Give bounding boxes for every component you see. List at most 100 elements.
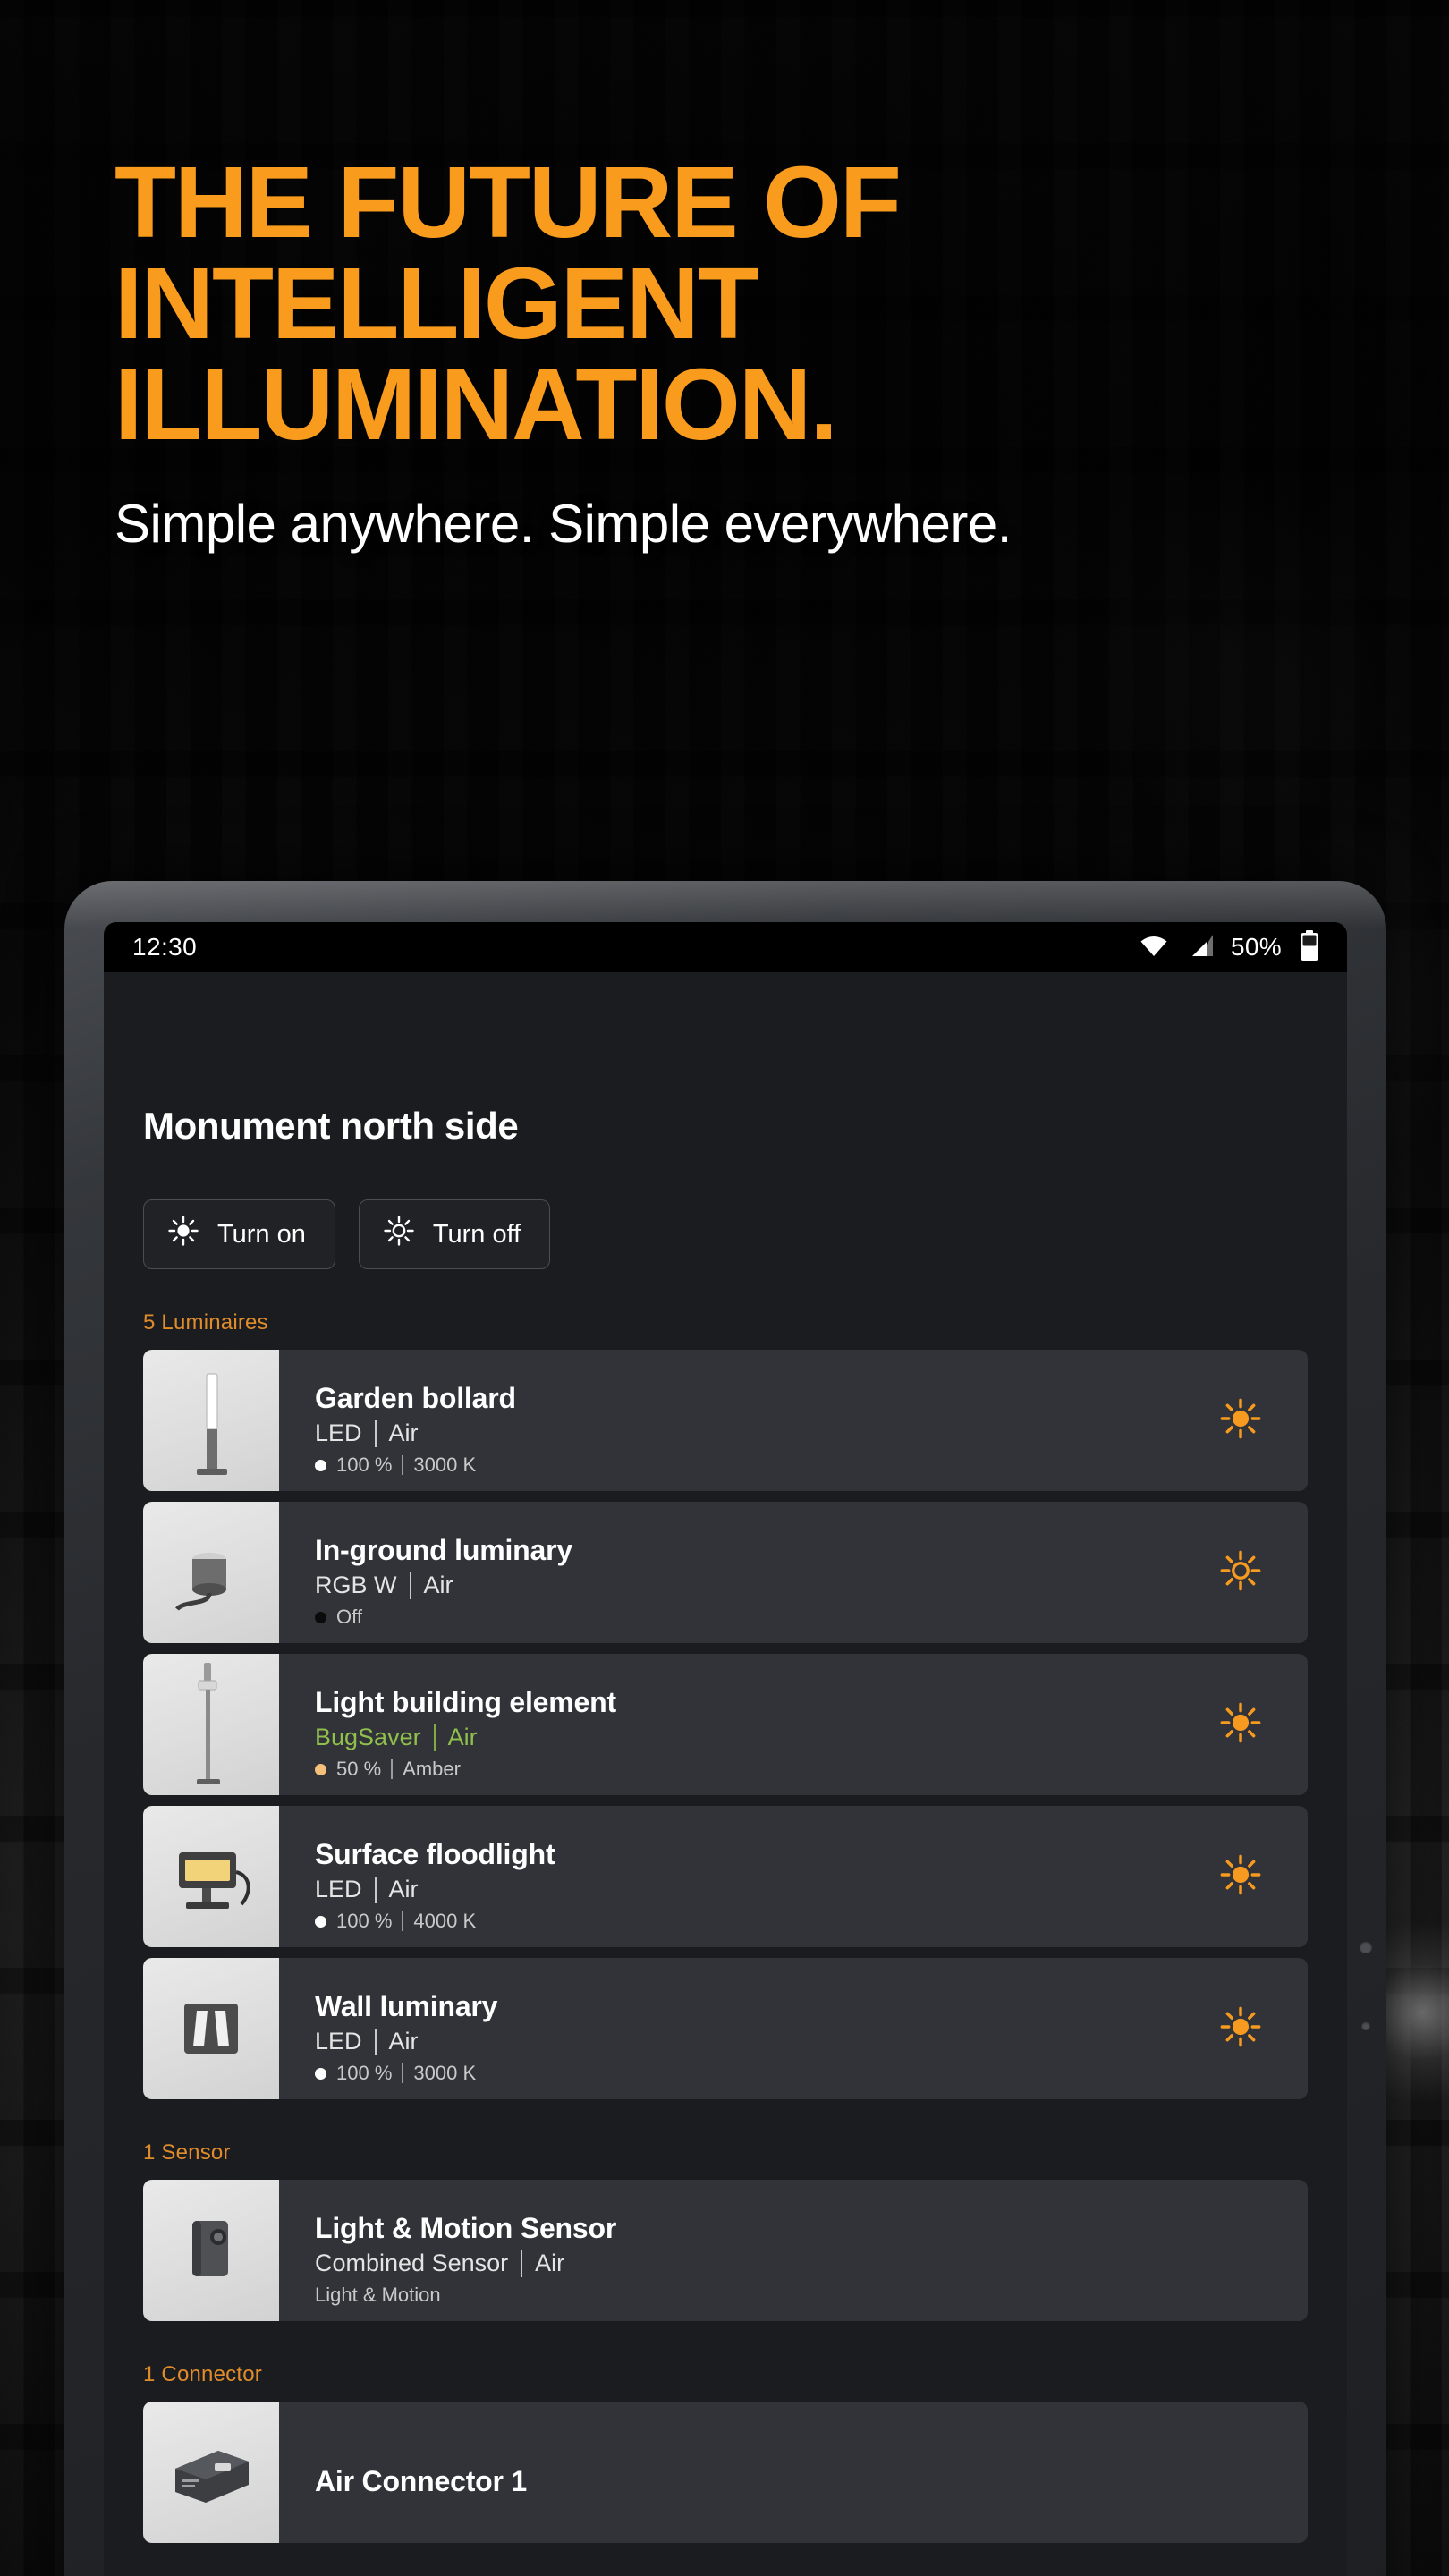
item-network: Air <box>535 2250 565 2276</box>
screen-content: Monument north side Turn on Turn off 5 L… <box>104 972 1347 2543</box>
turn-off-button[interactable]: Turn off <box>358 1199 551 1269</box>
list-item[interactable]: Light building element BugSaver Air 50 %… <box>143 1654 1308 1795</box>
separator <box>402 1911 404 1931</box>
inground-thumb <box>143 1502 279 1643</box>
item-type-row: LED Air <box>315 1876 1174 1903</box>
item-status-row: 100 % 3000 K <box>315 1453 1174 1477</box>
status-dot <box>315 1915 326 1928</box>
item-status: 100 % <box>336 1453 393 1476</box>
item-status: Off <box>336 1606 362 1628</box>
item-network: Air <box>447 1724 478 1750</box>
status-dot <box>315 1763 326 1775</box>
item-type: Combined Sensor <box>315 2250 509 2276</box>
list-item[interactable]: Surface floodlight LED Air 100 % 4000 K <box>143 1806 1308 1947</box>
page-title: Monument north side <box>143 1105 519 1147</box>
item-type: LED <box>315 2028 362 2055</box>
item-status-row: Off <box>315 1606 1174 1629</box>
separator <box>374 1419 377 1447</box>
item-status-extra: 4000 K <box>413 1910 477 1932</box>
turn-on-button[interactable]: Turn on <box>143 1199 335 1269</box>
sun-outline-icon <box>383 1215 415 1254</box>
list-item[interactable]: In-ground luminary RGB W Air Off <box>143 1502 1308 1643</box>
item-type-row: LED Air <box>315 1419 1174 1447</box>
item-network: Air <box>388 2028 419 2055</box>
item-type-row: Combined Sensor Air <box>315 2250 1174 2277</box>
separator <box>391 1759 394 1779</box>
item-type: BugSaver <box>315 1724 421 1750</box>
item-type: LED <box>315 1876 362 1902</box>
item-status-extra: 3000 K <box>413 2062 477 2084</box>
headline-line-2: INTELLIGENT <box>114 247 759 360</box>
item-status: Light & Motion <box>315 2284 441 2306</box>
battery-icon <box>1299 929 1320 965</box>
item-light-toggle[interactable] <box>1174 1654 1308 1795</box>
item-status: 50 % <box>336 1758 382 1780</box>
hero-section: THE FUTURE OF INTELLIGENT ILLUMINATION. … <box>114 152 1367 555</box>
separator <box>409 1572 411 1599</box>
item-name: Air Connector 1 <box>315 2464 528 2497</box>
item-light-toggle[interactable] <box>1174 1350 1308 1491</box>
list-item[interactable]: Garden bollard LED Air 100 % 3000 K <box>143 1350 1308 1491</box>
separator <box>402 2063 404 2083</box>
item-type-row: LED Air <box>315 2028 1174 2055</box>
item-type: LED <box>315 1419 362 1446</box>
action-button-row: Turn on Turn off <box>143 1199 1308 1269</box>
section-label-sensor: 1 Sensor <box>143 2140 231 2165</box>
item-light-toggle[interactable] <box>1174 1502 1308 1643</box>
item-name: In-ground luminary <box>315 1534 572 1566</box>
item-status-row: 100 % 3000 K <box>315 2062 1174 2085</box>
section-label-connector: 1 Connector <box>143 2362 262 2386</box>
wall-thumb <box>143 1958 279 2099</box>
list-item[interactable]: Wall luminary LED Air 100 % 3000 K <box>143 1958 1308 2099</box>
item-status-extra: Amber <box>402 1758 461 1780</box>
item-network: Air <box>423 1572 453 1598</box>
item-type-row: BugSaver Air <box>315 1724 1174 1751</box>
sun-outline-icon <box>1219 1549 1262 1597</box>
list-item[interactable]: Light & Motion Sensor Combined Sensor Ai… <box>143 2180 1308 2321</box>
wifi-icon <box>1138 933 1170 962</box>
item-action-placeholder <box>1174 2180 1308 2321</box>
turn-off-label: Turn off <box>432 1219 521 1249</box>
pole-thumb <box>143 1654 279 1795</box>
sensor-thumb <box>143 2180 279 2321</box>
list-item[interactable]: Air Connector 1 <box>143 2402 1308 2543</box>
separator <box>433 1724 436 1751</box>
sun-filled-icon <box>1219 1853 1262 1901</box>
page-headline: THE FUTURE OF INTELLIGENT ILLUMINATION. <box>114 152 1367 455</box>
bollard-thumb <box>143 1350 279 1491</box>
item-network: Air <box>388 1419 419 1446</box>
item-light-toggle[interactable] <box>1174 1958 1308 2099</box>
item-status: 100 % <box>336 2062 393 2084</box>
status-dot <box>315 2067 326 2080</box>
item-status-row: Light & Motion <box>315 2284 1174 2307</box>
separator <box>521 2250 523 2277</box>
item-status-row: 100 % 4000 K <box>315 1910 1174 1933</box>
sun-filled-icon <box>167 1215 199 1254</box>
separator <box>374 1876 377 1903</box>
status-clock: 12:30 <box>132 933 198 961</box>
tablet-screen: 12:30 50% Monument north side Turn on Tu… <box>104 922 1347 2576</box>
connector-thumb <box>143 2402 279 2543</box>
item-type-row: RGB W Air <box>315 1572 1174 1599</box>
cellular-signal-icon <box>1187 933 1214 962</box>
item-name: Light building element <box>315 1686 616 1718</box>
item-network: Air <box>388 1876 419 1902</box>
status-dot <box>315 1459 326 1471</box>
status-dot <box>315 1611 326 1623</box>
item-status-extra: 3000 K <box>413 1453 477 1476</box>
separator <box>374 2028 377 2055</box>
sun-filled-icon <box>1219 1701 1262 1749</box>
tablet-device-frame: 12:30 50% Monument north side Turn on Tu… <box>64 881 1386 2576</box>
item-name: Light & Motion Sensor <box>315 2212 617 2244</box>
tablet-camera-dot <box>1360 1941 1372 1953</box>
item-name: Wall luminary <box>315 1990 498 2022</box>
item-type: RGB W <box>315 1572 397 1598</box>
headline-line-3: ILLUMINATION. <box>114 348 838 461</box>
headline-line-1: THE FUTURE OF <box>114 146 902 258</box>
sun-filled-icon <box>1219 1397 1262 1445</box>
separator <box>402 1455 404 1475</box>
item-light-toggle[interactable] <box>1174 1806 1308 1947</box>
item-status: 100 % <box>336 1910 393 1932</box>
section-label-luminaires: 5 Luminaires <box>143 1310 268 1335</box>
battery-percent-label: 50% <box>1231 933 1282 961</box>
